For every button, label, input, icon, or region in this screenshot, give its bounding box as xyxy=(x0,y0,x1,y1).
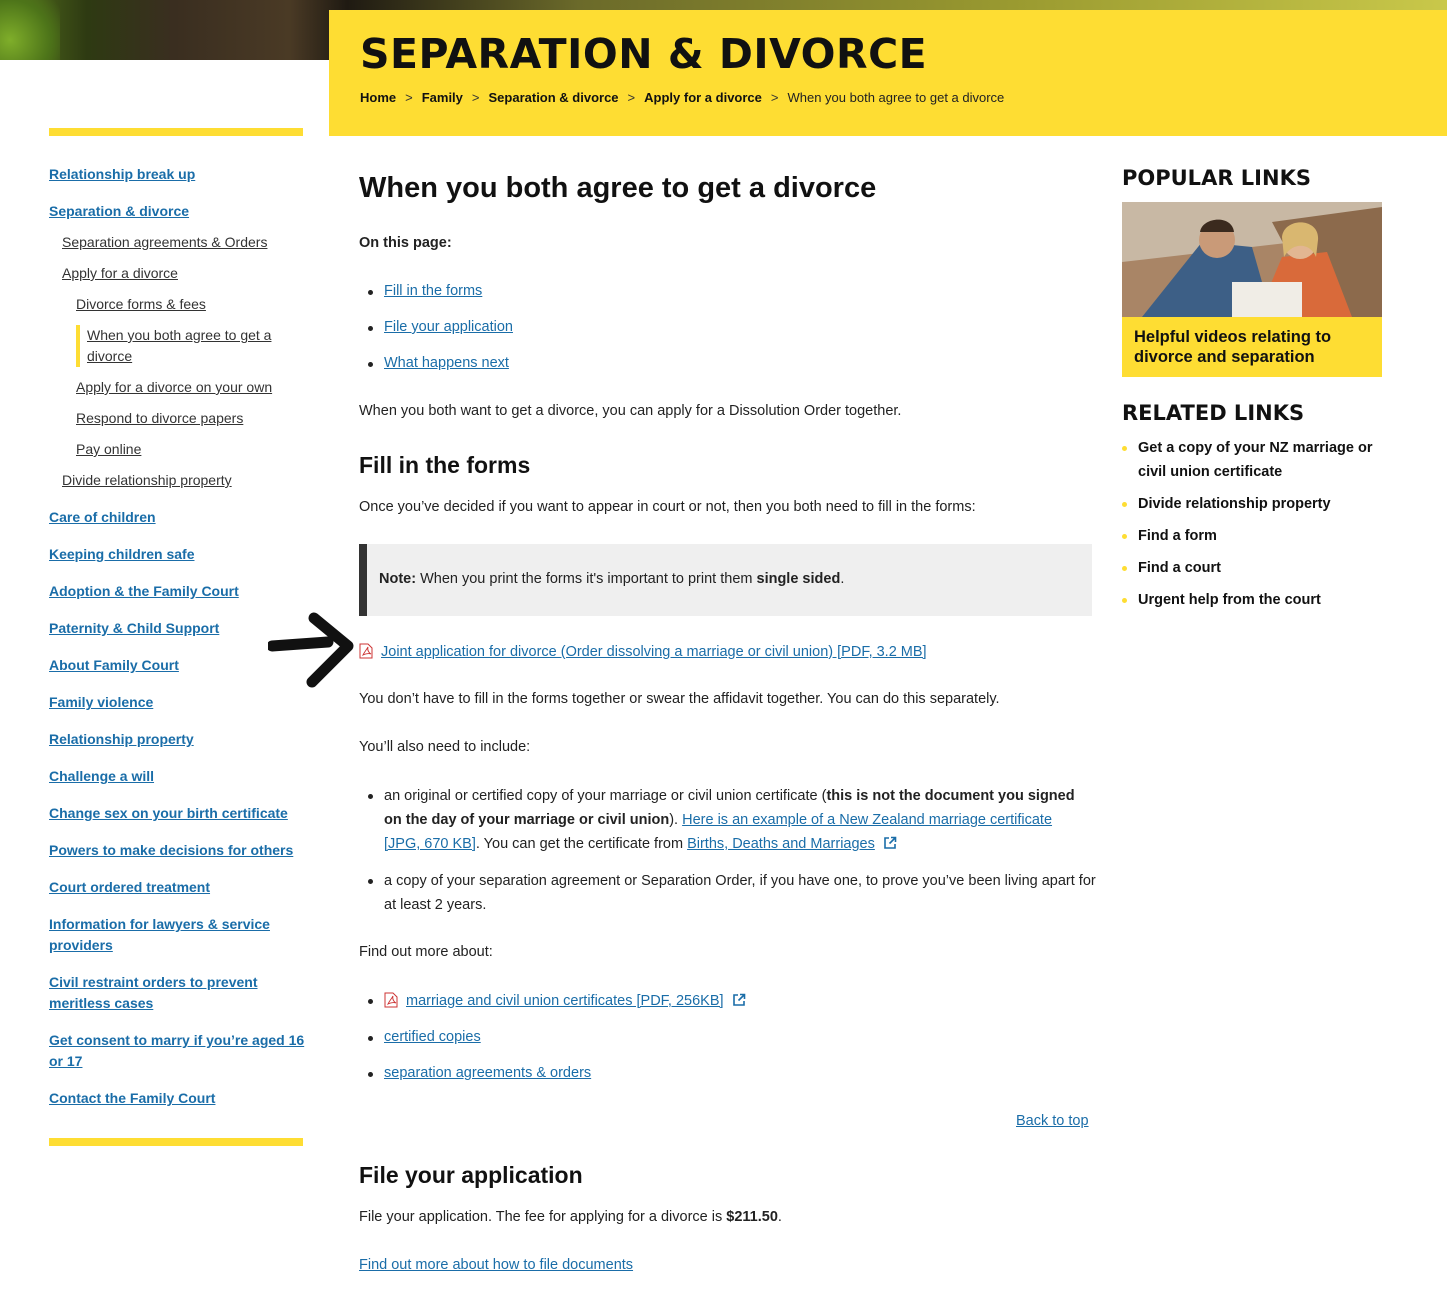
include-text: You’ll also need to include: xyxy=(359,739,531,755)
promo-title: Helpful videos relating to divorce and s… xyxy=(1134,328,1332,366)
separation-agreements-link[interactable]: separation agreements & orders xyxy=(384,1065,591,1081)
bdm-link[interactable]: Births, Deaths and Marriages xyxy=(687,836,875,852)
list-item: Find a court xyxy=(1122,556,1384,580)
arrow-right-icon xyxy=(268,612,354,688)
file-application-heading: File your application xyxy=(359,1162,583,1188)
sidebar-item-care-of-children[interactable]: Care of children xyxy=(49,507,309,528)
breadcrumb-separator: > xyxy=(627,90,636,105)
certified-copies-link[interactable]: certified copies xyxy=(384,1029,481,1045)
related-link-find-form[interactable]: Find a form xyxy=(1138,528,1217,544)
sidebar-item-divide-property[interactable]: Divide relationship property xyxy=(49,470,309,491)
page-title: When you both agree to get a divorce xyxy=(359,172,877,204)
list-item: Find a form xyxy=(1122,524,1384,548)
breadcrumb-home[interactable]: Home xyxy=(360,90,396,105)
sidebar-item-keeping-children-safe[interactable]: Keeping children safe xyxy=(49,544,309,565)
external-link-icon xyxy=(732,993,745,1006)
list-item: Urgent help from the court xyxy=(1122,588,1384,612)
toc-link-file[interactable]: File your application xyxy=(384,319,513,335)
sidebar-item-civil-restraint[interactable]: Civil restraint orders to prevent meritl… xyxy=(49,972,284,1014)
external-link-icon xyxy=(884,836,897,849)
sidebar-top-bar xyxy=(49,128,303,136)
couple-photo xyxy=(1122,202,1382,317)
toc-link-fill[interactable]: Fill in the forms xyxy=(384,283,482,299)
list-item: Divide relationship property xyxy=(1122,492,1384,516)
sidebar-item-challenge-will[interactable]: Challenge a will xyxy=(49,766,309,787)
site-title: SEPARATION & DIVORCE xyxy=(360,30,928,78)
sidebar-item-apply-for-divorce[interactable]: Apply for a divorce xyxy=(49,263,309,284)
list-item: Get a copy of your NZ marriage or civil … xyxy=(1122,436,1384,484)
sidebar-item-family-violence[interactable]: Family violence xyxy=(49,692,309,713)
pdf-link-row: Joint application for divorce (Order dis… xyxy=(359,643,927,660)
sidebar-item-relationship-break-up[interactable]: Relationship break up xyxy=(49,164,309,185)
bullet1-text-b: ). xyxy=(669,812,683,828)
note-text: When you print the forms it's important … xyxy=(416,571,757,587)
breadcrumb-separator: > xyxy=(405,90,413,105)
separately-text: You don’t have to fill in the forms toge… xyxy=(359,691,1000,707)
hero-foliage xyxy=(0,0,60,60)
certificates-pdf-link[interactable]: marriage and civil union certificates [P… xyxy=(406,993,724,1009)
sidebar-item-court-ordered-treatment[interactable]: Court ordered treatment xyxy=(49,877,309,898)
fill-forms-text: Once you’ve decided if you want to appea… xyxy=(359,499,976,515)
note-label: Note: xyxy=(379,571,417,587)
breadcrumb-separation[interactable]: Separation & divorce xyxy=(489,90,619,105)
file-docs-row: Find out more about how to file document… xyxy=(359,1257,633,1273)
sidebar-item-consent-marry[interactable]: Get consent to marry if you’re aged 16 o… xyxy=(49,1030,307,1072)
sidebar-item-contact[interactable]: Contact the Family Court xyxy=(49,1088,309,1109)
file-application-text: File your application. The fee for apply… xyxy=(359,1209,782,1225)
fill-forms-heading: Fill in the forms xyxy=(359,452,531,478)
on-this-page-label: On this page: xyxy=(359,235,452,251)
note-bold: single sided xyxy=(756,571,841,587)
sidebar-item-pay-online[interactable]: Pay online xyxy=(49,439,309,460)
bullet1-text-c: . You can get the certificate from xyxy=(475,836,688,852)
sidebar-item-respond[interactable]: Respond to divorce papers xyxy=(49,408,309,429)
back-to-top-row: Back to top xyxy=(1016,1113,1089,1129)
related-link-divide-property[interactable]: Divide relationship property xyxy=(1138,496,1331,512)
sidebar-item-relationship-property[interactable]: Relationship property xyxy=(49,729,309,750)
breadcrumb-separator: > xyxy=(471,90,480,105)
intro-text: When you both want to get a divorce, you… xyxy=(359,403,902,419)
toc-link-next[interactable]: What happens next xyxy=(384,355,509,371)
include-bullet-certificate: an original or certified copy of your ma… xyxy=(368,784,1084,856)
sidebar-item-current[interactable]: When you both agree to get a divorce xyxy=(76,325,276,367)
find-more-text: Find out more about: xyxy=(359,944,493,960)
sidebar-item-powers[interactable]: Powers to make decisions for others xyxy=(49,840,309,861)
file-documents-link[interactable]: Find out more about how to file document… xyxy=(359,1257,633,1273)
related-link-marriage-certificate[interactable]: Get a copy of your NZ marriage or civil … xyxy=(1138,440,1372,480)
breadcrumb-apply[interactable]: Apply for a divorce xyxy=(644,90,762,105)
breadcrumb-family[interactable]: Family xyxy=(422,90,463,105)
joint-application-pdf-link[interactable]: Joint application for divorce (Order dis… xyxy=(381,644,927,660)
related-link-urgent-help[interactable]: Urgent help from the court xyxy=(1138,592,1321,608)
sidebar-item-apply-own[interactable]: Apply for a divorce on your own xyxy=(49,377,309,398)
pdf-icon xyxy=(359,643,373,659)
promo-card[interactable]: Helpful videos relating to divorce and s… xyxy=(1122,202,1382,377)
divorce-fee: $211.50 xyxy=(726,1209,778,1225)
breadcrumb: Home > Family > Separation & divorce > Apply f… xyxy=(360,90,1004,105)
header-banner: SEPARATION & DIVORCE Home > Family > Separat… xyxy=(329,10,1447,136)
breadcrumb-separator: > xyxy=(770,90,779,105)
sidebar-item-adoption[interactable]: Adoption & the Family Court xyxy=(49,581,309,602)
sidebar-bottom-bar xyxy=(49,1138,303,1146)
note-end: . xyxy=(840,571,845,587)
file-text: File your application. The fee for apply… xyxy=(359,1209,727,1225)
breadcrumb-current: When you both agree to get a divorce xyxy=(787,90,1005,105)
sidebar-item-separation-agreements[interactable]: Separation agreements & Orders xyxy=(49,232,309,253)
promo-image xyxy=(1122,202,1382,317)
pdf-icon xyxy=(384,992,398,1008)
related-links-heading: RELATED LINKS xyxy=(1122,401,1305,425)
popular-links-heading: POPULAR LINKS xyxy=(1122,166,1311,190)
bullet1-text-a: an original or certified copy of your ma… xyxy=(384,788,827,804)
sidebar-item-change-sex[interactable]: Change sex on your birth certificate xyxy=(49,803,309,824)
related-link-find-court[interactable]: Find a court xyxy=(1138,560,1221,576)
sidebar-item-lawyers[interactable]: Information for lawyers & service provid… xyxy=(49,914,284,956)
include-bullet-separation: a copy of your separation agreement or S… xyxy=(368,869,1104,917)
print-note: Note: When you print the forms it's impo… xyxy=(359,544,1092,616)
related-links-list: Get a copy of your NZ marriage or civil … xyxy=(1122,436,1384,620)
sidebar-item-separation-divorce[interactable]: Separation & divorce xyxy=(49,201,309,222)
sidebar-item-divorce-forms-fees[interactable]: Divorce forms & fees xyxy=(49,294,309,315)
file-end: . xyxy=(777,1209,782,1225)
back-to-top-link[interactable]: Back to top xyxy=(1016,1113,1089,1129)
